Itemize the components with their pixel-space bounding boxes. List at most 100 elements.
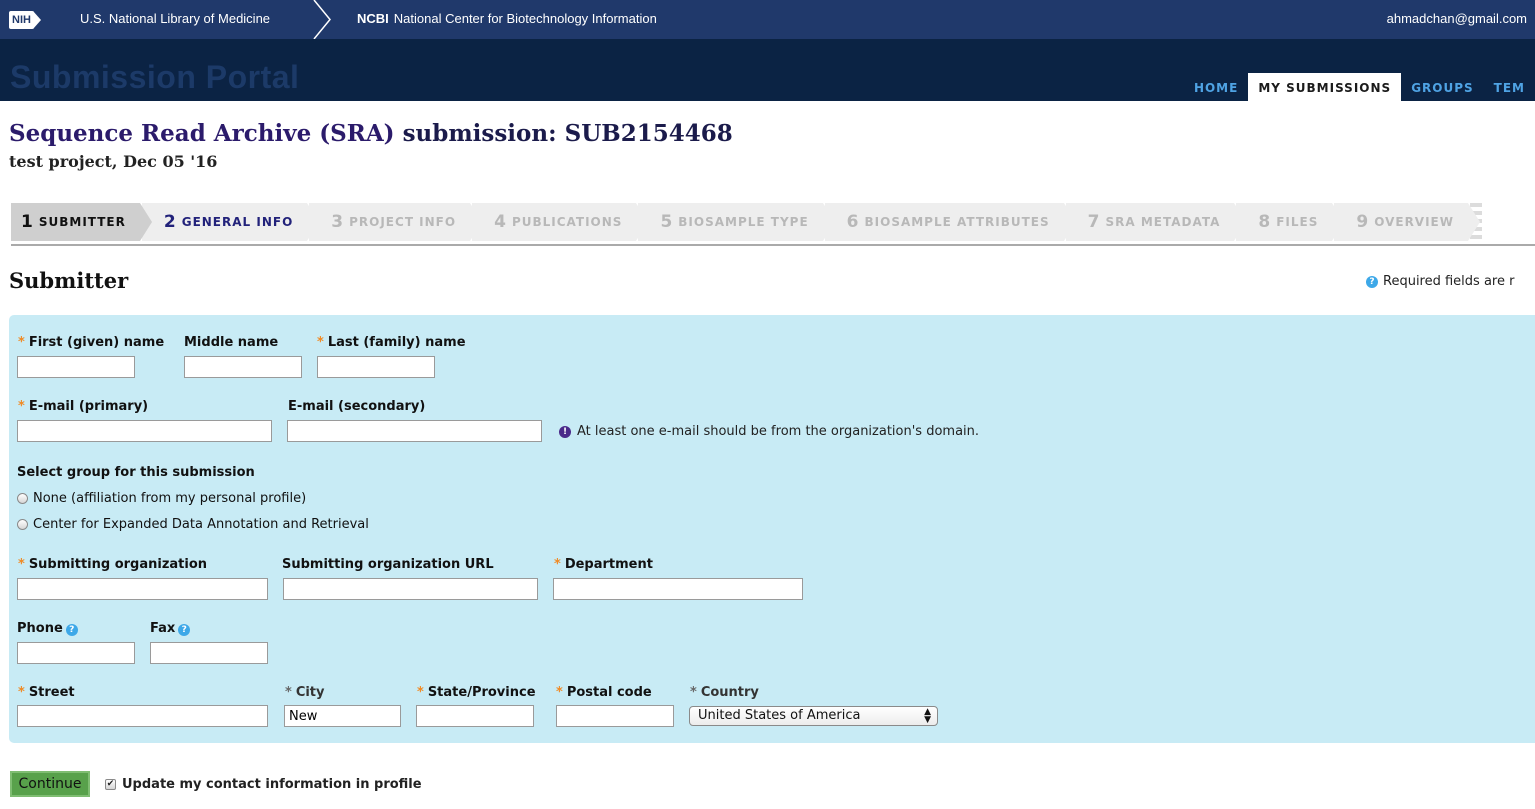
city-label-text: City bbox=[295, 685, 325, 700]
organization-field[interactable] bbox=[17, 578, 268, 600]
department-label-text: Department bbox=[564, 557, 653, 572]
nav-templates[interactable]: TEM bbox=[1484, 73, 1535, 101]
page-title: Sequence Read Archive (SRA) submission: … bbox=[9, 120, 733, 147]
required-star-icon: * bbox=[690, 685, 697, 700]
nav-home[interactable]: HOME bbox=[1184, 73, 1248, 101]
step-number: 2 bbox=[163, 212, 177, 232]
radio-button[interactable] bbox=[17, 493, 28, 504]
email-secondary-label: E-mail (secondary) bbox=[288, 399, 426, 414]
fax-label: Fax? bbox=[150, 621, 191, 636]
required-star-icon: * bbox=[18, 557, 25, 572]
required-star-icon: * bbox=[417, 685, 424, 700]
first-name-label: * First (given) name bbox=[18, 335, 164, 350]
step-label: BIOSAMPLE ATTRIBUTES bbox=[864, 215, 1050, 229]
nih-logo[interactable]: NIH bbox=[9, 9, 41, 30]
phone-field[interactable] bbox=[17, 642, 135, 664]
email-primary-field[interactable] bbox=[17, 420, 272, 442]
portal-header: Submission Portal HOME MY SUBMISSIONS GR… bbox=[0, 39, 1535, 101]
nih-logo-text: NIH bbox=[9, 10, 34, 29]
first-name-label-text: First (given) name bbox=[28, 335, 165, 350]
step-label: PROJECT INFO bbox=[349, 215, 457, 229]
update-profile-option[interactable]: ✔ Update my contact information in profil… bbox=[105, 777, 422, 792]
first-name-field[interactable] bbox=[17, 356, 135, 378]
postal-code-field[interactable] bbox=[556, 705, 674, 727]
portal-nav: HOME MY SUBMISSIONS GROUPS TEM bbox=[1184, 73, 1535, 101]
group-select-label: Select group for this submission bbox=[17, 465, 255, 480]
step-number: 4 bbox=[494, 212, 507, 232]
user-email-link[interactable]: ahmadchan@gmail.com bbox=[1387, 11, 1527, 26]
email-domain-note: ! At least one e-mail should be from the … bbox=[559, 424, 979, 439]
select-arrows-icon: ▲ ▼ bbox=[924, 707, 931, 725]
portal-title[interactable]: Submission Portal bbox=[10, 59, 299, 96]
step-submitter[interactable]: 1 SUBMITTER bbox=[11, 203, 152, 241]
step-label: BIOSAMPLE TYPE bbox=[678, 215, 809, 229]
email-secondary-field[interactable] bbox=[287, 420, 542, 442]
help-icon: ? bbox=[1366, 275, 1378, 288]
required-star-icon: * bbox=[285, 685, 292, 700]
step-label: SUBMITTER bbox=[38, 215, 126, 229]
step-label: FILES bbox=[1276, 215, 1319, 229]
page-subtitle: test project, Dec 05 '16 bbox=[9, 152, 218, 171]
city-field[interactable] bbox=[284, 705, 401, 727]
step-label: PUBLICATIONS bbox=[511, 215, 623, 229]
wizard-steps: 1 SUBMITTER 2 GENERAL INFO 3 PROJECT INFO 4… bbox=[11, 203, 1482, 241]
phone-help-icon[interactable]: ? bbox=[65, 624, 78, 636]
city-label: * City bbox=[285, 685, 325, 700]
required-star-icon: * bbox=[18, 685, 25, 700]
fax-help-icon[interactable]: ? bbox=[178, 624, 191, 636]
organization-label: * Submitting organization bbox=[18, 557, 207, 572]
nlm-link[interactable]: U.S. National Library of Medicine bbox=[80, 11, 270, 26]
last-name-label-text: Last (family) name bbox=[327, 335, 466, 350]
update-profile-checkbox[interactable]: ✔ bbox=[105, 779, 116, 790]
section-title: Submitter bbox=[9, 268, 129, 293]
required-star-icon: * bbox=[18, 335, 25, 350]
step-number: 7 bbox=[1087, 212, 1101, 232]
organization-url-label: Submitting organization URL bbox=[282, 557, 494, 572]
street-field[interactable] bbox=[17, 705, 268, 727]
ncbi-full: National Center for Biotechnology Inform… bbox=[393, 11, 657, 26]
state-label-text: State/Province bbox=[427, 685, 536, 700]
phone-label-text: Phone bbox=[17, 621, 63, 636]
step-publications: 4 PUBLICATIONS bbox=[472, 203, 649, 241]
nav-groups[interactable]: GROUPS bbox=[1401, 73, 1483, 101]
required-star-icon: * bbox=[317, 335, 324, 350]
country-label-text: Country bbox=[700, 685, 759, 700]
group-option-cedar[interactable]: Center for Expanded Data Annotation and … bbox=[17, 517, 369, 532]
step-number: 9 bbox=[1356, 212, 1370, 232]
info-icon: ! bbox=[559, 425, 571, 438]
group-option-label: None (affiliation from my personal profi… bbox=[33, 491, 307, 506]
group-option-none[interactable]: None (affiliation from my personal profi… bbox=[17, 491, 306, 506]
last-name-field[interactable] bbox=[317, 356, 435, 378]
fax-label-text: Fax bbox=[150, 621, 176, 636]
country-select[interactable]: United States of America ▲ ▼ bbox=[689, 706, 938, 726]
street-label-text: Street bbox=[28, 685, 75, 700]
nav-my-submissions[interactable]: MY SUBMISSIONS bbox=[1248, 73, 1402, 101]
required-star-icon: * bbox=[556, 685, 563, 700]
street-label: * Street bbox=[18, 685, 75, 700]
submission-id: submission: SUB2154468 bbox=[394, 120, 733, 147]
ncbi-short: NCBI bbox=[357, 11, 389, 26]
step-biosample-attributes: 6 BIOSAMPLE ATTRIBUTES bbox=[824, 203, 1076, 241]
organization-url-field[interactable] bbox=[283, 578, 538, 600]
fax-field[interactable] bbox=[150, 642, 268, 664]
postal-code-label-text: Postal code bbox=[566, 685, 652, 700]
required-note-text: Required fields are r bbox=[1383, 274, 1515, 289]
ncbi-link[interactable]: NCBI National Center for Biotechnology In… bbox=[357, 11, 657, 26]
email-primary-label: * E-mail (primary) bbox=[18, 399, 148, 414]
step-sra-metadata: 7 SRA METADATA bbox=[1065, 203, 1247, 241]
radio-button[interactable] bbox=[17, 519, 28, 530]
middle-name-field[interactable] bbox=[184, 356, 302, 378]
nih-logo-arrow-icon bbox=[32, 10, 41, 29]
continue-button[interactable]: Continue bbox=[10, 771, 90, 797]
top-bar: NIH U.S. National Library of Medicine NC… bbox=[0, 0, 1535, 39]
organization-label-text: Submitting organization bbox=[28, 557, 208, 572]
department-field[interactable] bbox=[553, 578, 803, 600]
country-select-value: United States of America bbox=[698, 708, 861, 723]
sra-link[interactable]: Sequence Read Archive (SRA) bbox=[9, 120, 395, 147]
breadcrumb-chevron-icon bbox=[313, 0, 331, 39]
step-general-info[interactable]: 2 GENERAL INFO bbox=[141, 203, 320, 241]
state-field[interactable] bbox=[416, 705, 534, 727]
required-star-icon: * bbox=[554, 557, 561, 572]
step-number: 6 bbox=[846, 212, 860, 232]
group-option-label: Center for Expanded Data Annotation and … bbox=[33, 517, 369, 532]
